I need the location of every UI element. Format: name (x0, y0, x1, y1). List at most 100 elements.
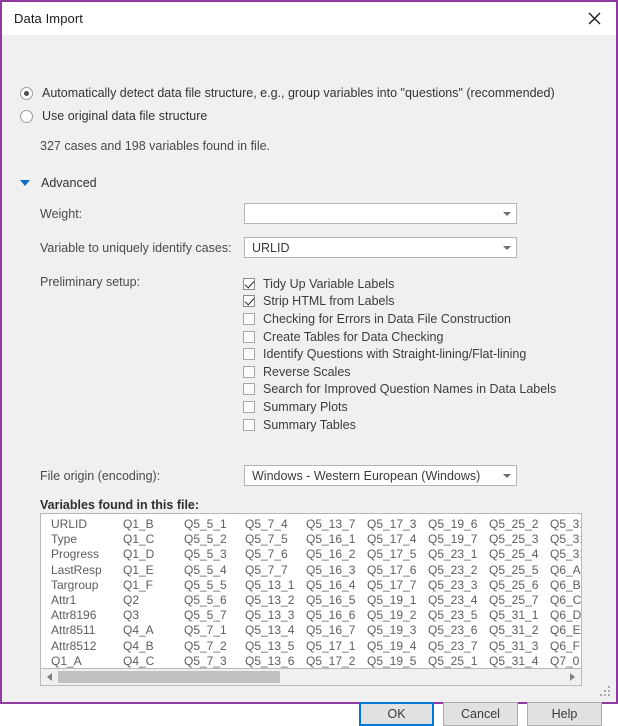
checkbox-row[interactable]: Reverse Scales (243, 363, 556, 381)
variable-name[interactable]: Attr8196 (51, 608, 123, 623)
variable-name[interactable]: Q5_25_5 (489, 563, 550, 578)
weight-select[interactable] (244, 203, 517, 224)
scrollbar-track[interactable] (58, 669, 564, 685)
ok-button[interactable]: OK (359, 702, 434, 726)
variable-name[interactable]: Q5_7_2 (184, 639, 245, 654)
variable-name[interactable]: Q5_23_1 (428, 547, 489, 562)
variables-horizontal-scrollbar[interactable] (40, 668, 582, 686)
variable-name[interactable]: Q1_D (123, 547, 184, 562)
close-button[interactable] (572, 2, 616, 35)
variable-name[interactable]: Q5_13_6 (245, 654, 306, 668)
variable-name[interactable]: Q5_7_3 (184, 654, 245, 668)
variable-name[interactable]: Q5_17_2 (306, 654, 367, 668)
scroll-right-button[interactable] (564, 669, 581, 685)
variable-name[interactable]: Q5_17_6 (367, 563, 428, 578)
variable-name[interactable]: Q5_25_2 (489, 517, 550, 532)
variables-listbox[interactable]: URLID Type Progress LastResp Targroup Attr1 At… (40, 513, 582, 668)
variable-name[interactable]: Q6_E (550, 623, 581, 638)
help-button[interactable]: Help (527, 702, 602, 726)
variable-name[interactable]: Q5_5_4 (184, 563, 245, 578)
variable-name[interactable]: Q4_C (123, 654, 184, 668)
variable-name[interactable]: LastResp (51, 563, 123, 578)
file-origin-select[interactable]: Windows - Western European (Windows) (244, 465, 517, 486)
variable-name[interactable]: Q5_5_6 (184, 593, 245, 608)
variable-name[interactable]: Q6_C (550, 593, 581, 608)
variable-name[interactable]: Q5_31_5 (550, 517, 581, 532)
variable-name[interactable]: Q5_5_1 (184, 517, 245, 532)
variable-name[interactable]: Q5_5_3 (184, 547, 245, 562)
variable-name[interactable]: Q5_16_3 (306, 563, 367, 578)
variable-name[interactable]: Q5_16_7 (306, 623, 367, 638)
variable-name[interactable]: Q5_23_4 (428, 593, 489, 608)
variable-name[interactable]: Q5_16_5 (306, 593, 367, 608)
variable-name[interactable]: Attr1 (51, 593, 123, 608)
variable-name[interactable]: Q5_13_2 (245, 593, 306, 608)
variable-name[interactable]: Attr8512 (51, 639, 123, 654)
variable-name[interactable]: Q5_17_1 (306, 639, 367, 654)
variable-name[interactable]: Q5_13_7 (306, 517, 367, 532)
variable-name[interactable]: Q5_17_4 (367, 532, 428, 547)
variable-name[interactable]: Q6_D (550, 608, 581, 623)
checkbox-row[interactable]: Strip HTML from Labels (243, 293, 556, 311)
variable-name[interactable]: Q5_16_1 (306, 532, 367, 547)
variable-name[interactable]: Q5_7_6 (245, 547, 306, 562)
variable-name[interactable]: Q5_17_7 (367, 578, 428, 593)
variable-name[interactable]: Q5_19_3 (367, 623, 428, 638)
radio-original-structure[interactable]: Use original data file structure (20, 109, 207, 123)
variable-name[interactable]: Q1_A (51, 654, 123, 668)
variable-name[interactable]: Q5_7_4 (245, 517, 306, 532)
variable-name[interactable]: Q5_19_1 (367, 593, 428, 608)
variable-name[interactable]: Q5_23_3 (428, 578, 489, 593)
variable-name[interactable]: Q5_13_4 (245, 623, 306, 638)
variable-name[interactable]: Q5_19_5 (367, 654, 428, 668)
variable-name[interactable]: Q5_5_5 (184, 578, 245, 593)
variable-name[interactable]: Q5_19_7 (428, 532, 489, 547)
variable-name[interactable]: Q5_19_4 (367, 639, 428, 654)
checkbox-row[interactable]: Identify Questions with Straight-lining/… (243, 345, 556, 363)
variable-name[interactable]: Q5_23_7 (428, 639, 489, 654)
variable-name[interactable]: Q5_7_1 (184, 623, 245, 638)
checkbox-row[interactable]: Search for Improved Question Names in Da… (243, 381, 556, 399)
variable-name[interactable]: Q5_31_6 (550, 532, 581, 547)
variable-name[interactable]: Q5_13_5 (245, 639, 306, 654)
variable-name[interactable]: Q5_25_3 (489, 532, 550, 547)
variable-name[interactable]: Q6_A (550, 563, 581, 578)
variable-name[interactable]: Q7_0 (550, 654, 581, 668)
variable-name[interactable]: Q5_17_5 (367, 547, 428, 562)
advanced-disclosure-toggle[interactable]: Advanced (20, 176, 97, 190)
variable-name[interactable]: Q4_A (123, 623, 184, 638)
checkbox-row[interactable]: Tidy Up Variable Labels (243, 275, 556, 293)
checkbox-row[interactable]: Checking for Errors in Data File Constru… (243, 310, 556, 328)
variable-name[interactable]: Q1_E (123, 563, 184, 578)
variable-name[interactable]: Q5_19_6 (428, 517, 489, 532)
radio-auto-detect-structure[interactable]: Automatically detect data file structure… (20, 86, 555, 100)
variable-name[interactable]: Q5_31_3 (489, 639, 550, 654)
variable-name[interactable]: Q5_31_4 (489, 654, 550, 668)
variable-name[interactable]: Q5_25_4 (489, 547, 550, 562)
checkbox-row[interactable]: Summary Tables (243, 416, 556, 434)
variable-name[interactable]: Q5_13_1 (245, 578, 306, 593)
variable-name[interactable]: Q5_13_3 (245, 608, 306, 623)
variable-name[interactable]: Q6_F (550, 639, 581, 654)
variable-name[interactable]: Q5_23_5 (428, 608, 489, 623)
variable-name[interactable]: Q2 (123, 593, 184, 608)
variable-name[interactable]: Q1_C (123, 532, 184, 547)
variable-name[interactable]: Attr8511 (51, 623, 123, 638)
variable-name[interactable]: Q5_19_2 (367, 608, 428, 623)
checkbox-row[interactable]: Summary Plots (243, 398, 556, 416)
variable-name[interactable]: Q5_25_7 (489, 593, 550, 608)
variable-name[interactable]: Q5_31_1 (489, 608, 550, 623)
scrollbar-thumb[interactable] (58, 671, 280, 683)
variable-name[interactable]: Q1_F (123, 578, 184, 593)
variable-name[interactable]: Progress (51, 547, 123, 562)
variable-name[interactable]: Q5_23_6 (428, 623, 489, 638)
variable-name[interactable]: Q6_B (550, 578, 581, 593)
variable-name[interactable]: Q5_5_7 (184, 608, 245, 623)
variable-name[interactable]: Targroup (51, 578, 123, 593)
variable-name[interactable]: Q1_B (123, 517, 184, 532)
unique-id-select[interactable]: URLID (244, 237, 517, 258)
variable-name[interactable]: Q5_17_3 (367, 517, 428, 532)
variable-name[interactable]: Q5_7_5 (245, 532, 306, 547)
variable-name[interactable]: Q5_16_6 (306, 608, 367, 623)
scroll-left-button[interactable] (41, 669, 58, 685)
